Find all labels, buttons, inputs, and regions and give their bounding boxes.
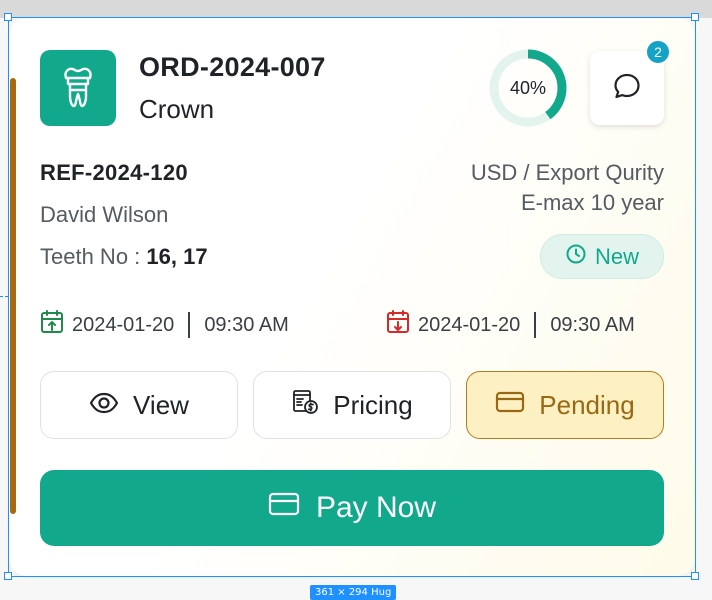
resize-handle[interactable] <box>4 572 12 580</box>
status-badge: New <box>540 234 664 279</box>
selection-outline <box>8 576 696 577</box>
pricing-label: Pricing <box>333 389 413 420</box>
currency-quality: USD / Export Qurity <box>470 160 664 185</box>
reference-number: REF-2024-120 <box>40 160 188 185</box>
resize-handle[interactable] <box>691 13 699 21</box>
material-warranty: E-max 10 year <box>520 190 664 215</box>
canvas-top-bar <box>0 0 712 18</box>
pay-now-button[interactable]: Pay Now <box>40 470 664 546</box>
calendar-arrow-down-icon <box>386 309 410 341</box>
eye-icon <box>89 390 119 421</box>
start-time-value: 09:30 AM <box>204 313 289 336</box>
tooth-crown-icon <box>40 50 116 126</box>
date-separator <box>534 312 537 338</box>
progress-label: 40% <box>509 77 547 98</box>
pay-now-label: Pay Now <box>315 491 437 524</box>
order-id: ORD-2024-007 <box>139 52 326 82</box>
calendar-arrow-up-icon <box>40 309 64 341</box>
unread-count-badge: 2 <box>645 39 671 65</box>
resize-handle[interactable] <box>4 13 12 21</box>
status-label: New <box>594 243 639 269</box>
due-date: 2024-01-20 09:30 AM <box>386 310 635 340</box>
credit-card-icon <box>495 390 525 421</box>
due-time-value: 09:30 AM <box>550 313 635 336</box>
chat-bubble-icon <box>612 71 642 106</box>
start-date-value: 2024-01-20 <box>72 313 175 336</box>
selection-outline <box>8 17 696 18</box>
teeth-label: Teeth No : <box>40 244 141 269</box>
resize-handle[interactable] <box>691 572 699 580</box>
view-button[interactable]: View <box>40 371 238 439</box>
date-separator <box>188 312 191 338</box>
size-badge: 361 × 294 Hug <box>310 585 397 600</box>
due-date-value: 2024-01-20 <box>418 313 521 336</box>
selection-outline <box>8 17 9 577</box>
pricing-button[interactable]: Pricing <box>253 371 451 439</box>
order-card: ORD-2024-007 Crown 40% 2 REF-2024-120 Da… <box>9 18 695 576</box>
teeth-info: Teeth No : 16, 17 <box>40 244 208 270</box>
patient-name: David Wilson <box>40 202 169 227</box>
pending-button[interactable]: Pending <box>466 371 664 439</box>
invoice-icon <box>291 388 319 423</box>
start-date: 2024-01-20 09:30 AM <box>40 310 289 340</box>
clock-icon <box>565 243 587 271</box>
credit-card-icon <box>268 491 300 525</box>
view-label: View <box>133 389 189 420</box>
teeth-value: 16, 17 <box>146 244 208 269</box>
order-type: Crown <box>139 94 215 124</box>
pending-label: Pending <box>539 389 635 420</box>
canvas-guide <box>0 296 8 297</box>
order-accent-bar <box>10 78 16 514</box>
selection-outline <box>695 17 696 577</box>
